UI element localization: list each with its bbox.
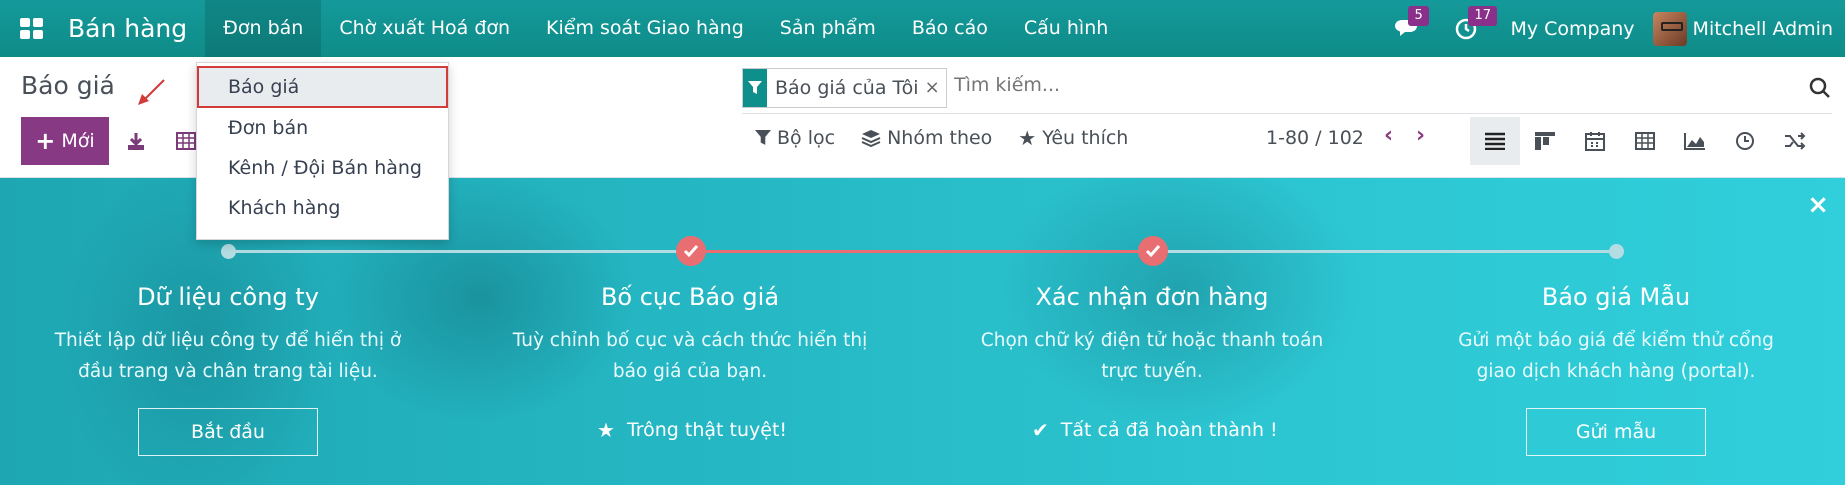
filters-label: Bộ lọc	[777, 127, 836, 149]
step-description: trực tuyến.	[1101, 361, 1203, 382]
layers-icon	[861, 130, 881, 147]
chat-badge: 5	[1408, 6, 1429, 26]
start-button[interactable]: Bắt đầu	[138, 408, 318, 456]
list-view-icon[interactable]	[1470, 117, 1520, 165]
pager-value[interactable]: 1-80 / 102	[1266, 127, 1364, 149]
step-description: Thiết lập dữ liệu công ty để hiển thị ở	[54, 330, 402, 351]
plus-icon: +	[35, 127, 56, 155]
search-facet: Báo giá của Tôi ×	[742, 68, 947, 108]
page-title: Báo giá	[21, 71, 115, 100]
check-icon	[1138, 236, 1168, 266]
progress-track	[1152, 250, 1616, 253]
pager-next-icon[interactable]: ›	[1416, 123, 1425, 148]
step-order-confirmation: Xác nhận đơn hàng Chọn chữ ký điện tử ho…	[957, 283, 1347, 387]
activity-badge: 17	[1468, 6, 1498, 26]
menu-delivery-control[interactable]: Kiểm soát Giao hàng	[528, 0, 762, 57]
check-icon	[676, 236, 706, 266]
step-title: Xác nhận đơn hàng	[1035, 283, 1269, 311]
step-dot	[221, 244, 236, 259]
top-navbar: Bán hàng Đơn bán Chờ xuất Hoá đơn Kiểm s…	[0, 0, 1845, 57]
view-switcher	[1470, 117, 1820, 165]
search-icon[interactable]	[1808, 76, 1832, 100]
step-done-label: Trông thật tuyệt!	[626, 419, 788, 441]
activity-view-icon[interactable]	[1720, 117, 1770, 165]
download-icon	[128, 133, 144, 150]
menu-reporting[interactable]: Báo cáo	[894, 0, 1006, 57]
step-company-data: Dữ liệu công ty Thiết lập dữ liệu công t…	[33, 283, 423, 387]
calendar-view-icon[interactable]	[1570, 117, 1620, 165]
dropdown-item-quotations[interactable]: Báo giá	[197, 66, 448, 108]
search-bar: Báo giá của Tôi ×	[742, 68, 1832, 114]
step-title: Bố cục Báo giá	[600, 283, 780, 311]
company-switcher[interactable]: My Company	[1510, 18, 1634, 40]
filters-toggle[interactable]: Bộ lọc	[755, 127, 835, 149]
pivot-view-icon[interactable]	[1620, 117, 1670, 165]
annotation-arrow-icon	[138, 79, 165, 105]
step-done-all-complete: ✔ Tất cả đã hoàn thành !	[1032, 418, 1278, 442]
download-button[interactable]	[116, 117, 156, 165]
groupby-label: Nhóm theo	[887, 127, 993, 149]
checkmark-icon: ✔	[1032, 418, 1049, 442]
app-brand[interactable]: Bán hàng	[68, 14, 187, 43]
new-button-label: Mới	[61, 130, 95, 152]
step-done-looks-great: ★ Trông thật tuyệt!	[597, 418, 787, 442]
pager-previous-icon[interactable]: ‹	[1384, 123, 1393, 148]
step-sample-quotation: Báo giá Mẫu Gửi một báo giá để kiểm thử …	[1421, 283, 1811, 387]
star-icon: ★	[597, 418, 615, 442]
step-quotation-layout: Bố cục Báo giá Tuỳ chỉnh bố cục và cách …	[495, 283, 885, 387]
apps-menu-icon[interactable]	[20, 17, 46, 40]
step-description: đầu trang và chân trang tài liệu.	[78, 361, 378, 382]
shuffle-view-icon[interactable]	[1770, 117, 1820, 165]
step-dot	[1609, 244, 1624, 259]
table-icon	[176, 132, 196, 150]
dropdown-item-sales-teams[interactable]: Kênh / Đội Bán hàng	[197, 148, 448, 188]
dropdown-item-customers[interactable]: Khách hàng	[197, 188, 448, 228]
menu-products[interactable]: Sản phẩm	[762, 0, 894, 57]
menu-configuration[interactable]: Cấu hình	[1006, 0, 1126, 57]
favorites-toggle[interactable]: ★ Yêu thích	[1018, 126, 1128, 150]
new-button[interactable]: + Mới	[21, 117, 109, 165]
dropdown-item-orders[interactable]: Đơn bán	[197, 108, 448, 148]
step-description: báo giá của bạn.	[612, 361, 768, 382]
filter-icon	[743, 69, 767, 107]
groupby-toggle[interactable]: Nhóm theo	[861, 127, 992, 149]
facet-remove-icon[interactable]: ×	[925, 69, 946, 107]
step-description: Tuỳ chỉnh bố cục và cách thức hiển thị	[512, 330, 868, 351]
facet-label: Báo giá của Tôi	[775, 77, 919, 99]
menu-orders[interactable]: Đơn bán	[205, 0, 322, 57]
step-title: Báo giá Mẫu	[1541, 283, 1691, 311]
favorites-label: Yêu thích	[1042, 127, 1129, 149]
kanban-view-icon[interactable]	[1520, 117, 1570, 165]
step-description: Gửi một báo giá để kiểm thử cổng	[1458, 330, 1774, 351]
search-input[interactable]	[954, 74, 1654, 96]
step-description: Chọn chữ ký điện tử hoặc thanh toán	[980, 330, 1324, 351]
progress-track-done	[690, 250, 1152, 253]
graph-view-icon[interactable]	[1670, 117, 1720, 165]
close-icon[interactable]: ×	[1807, 190, 1829, 220]
step-description: giao dịch khách hàng (portal).	[1476, 361, 1756, 382]
user-menu[interactable]: Mitchell Admin	[1693, 18, 1833, 40]
progress-track	[228, 250, 690, 253]
avatar[interactable]	[1652, 11, 1687, 46]
chat-button[interactable]: 5	[1382, 0, 1430, 57]
send-sample-button[interactable]: Gửi mẫu	[1526, 408, 1706, 456]
orders-dropdown: Báo giá Đơn bán Kênh / Đội Bán hàng Khác…	[196, 62, 449, 240]
filter-icon	[755, 130, 771, 145]
menu-to-invoice[interactable]: Chờ xuất Hoá đơn	[321, 0, 528, 57]
step-title: Dữ liệu công ty	[137, 283, 319, 311]
step-done-label: Tất cả đã hoàn thành !	[1060, 419, 1278, 441]
activity-button[interactable]: 17	[1442, 0, 1498, 57]
star-icon: ★	[1018, 126, 1037, 150]
